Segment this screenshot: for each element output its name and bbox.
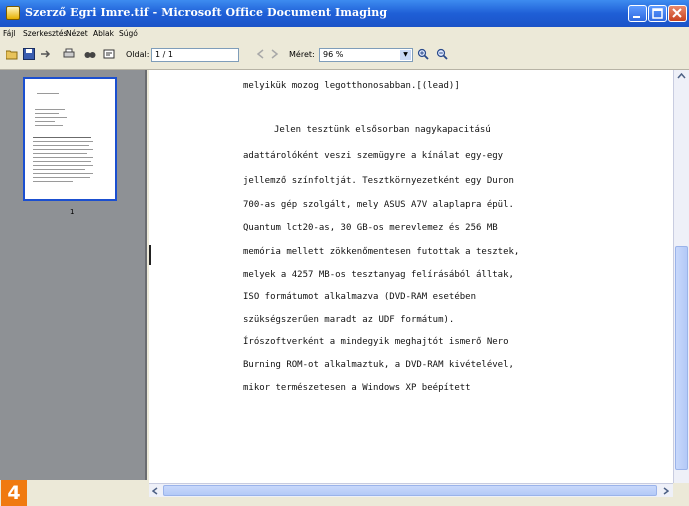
scroll-up-icon[interactable] bbox=[677, 73, 686, 79]
maximize-icon bbox=[652, 8, 663, 19]
scroll-right-icon[interactable] bbox=[663, 487, 669, 495]
next-page-icon[interactable] bbox=[268, 48, 280, 60]
vertical-scrollbar[interactable] bbox=[673, 70, 689, 483]
window-title: Szerző Egri Imre.tif - Microsoft Office … bbox=[25, 6, 388, 19]
close-button[interactable] bbox=[668, 5, 687, 22]
document-line: ISO formátumot alkalmazva (DVD-RAM eseté… bbox=[243, 292, 476, 302]
document-line: Jelen tesztünk elsősorban nagykapacitású bbox=[274, 125, 491, 135]
document-line: szükségszerűen maradt az UDF formátum). bbox=[243, 315, 455, 325]
send-icon[interactable] bbox=[40, 48, 52, 60]
find-icon[interactable] bbox=[84, 48, 96, 60]
document-line: Írószoftverként a mindegyik meghajtót is… bbox=[243, 337, 509, 347]
zoom-in-icon[interactable] bbox=[417, 48, 429, 60]
figure-number-badge: 4 bbox=[1, 480, 27, 506]
page-edge-mark bbox=[149, 245, 151, 265]
zoom-value: 96 % bbox=[323, 50, 344, 59]
document-view[interactable]: melyikük mozog legotthonosabban.[(lead)]… bbox=[149, 70, 673, 483]
document-line: Burning ROM-ot alkalmaztuk, a DVD-RAM ki… bbox=[243, 360, 514, 370]
chevron-down-icon[interactable]: ▼ bbox=[400, 50, 411, 60]
print-icon[interactable] bbox=[63, 48, 75, 60]
maximize-button[interactable] bbox=[648, 5, 667, 22]
menu-window[interactable]: Ablak bbox=[93, 29, 114, 38]
title-bar: Szerző Egri Imre.tif - Microsoft Office … bbox=[0, 0, 689, 27]
open-folder-icon[interactable] bbox=[6, 48, 18, 60]
zoom-label: Méret: bbox=[289, 50, 315, 59]
menu-view[interactable]: Nézet bbox=[66, 29, 88, 38]
document-line: melyek a 4257 MB-os tesztanyag felírásáb… bbox=[243, 270, 514, 280]
document-line: memória mellett zökkenőmentesen futottak… bbox=[243, 247, 520, 257]
ocr-icon[interactable] bbox=[103, 48, 115, 60]
menu-file[interactable]: Fájl bbox=[3, 29, 15, 38]
menu-bar: Fájl Szerkesztés Nézet Ablak Súgó bbox=[0, 27, 689, 41]
scroll-left-icon[interactable] bbox=[152, 487, 158, 495]
thumbnail-pane: 1 bbox=[0, 70, 147, 480]
previous-page-icon[interactable] bbox=[255, 48, 267, 60]
zoom-select[interactable]: 96 % ▼ bbox=[319, 48, 413, 62]
minimize-button[interactable] bbox=[628, 5, 647, 22]
app-icon[interactable] bbox=[6, 6, 20, 20]
horizontal-scroll-thumb[interactable] bbox=[163, 485, 657, 496]
thumbnail-page-number: 1 bbox=[70, 208, 75, 216]
zoom-out-icon[interactable] bbox=[436, 48, 448, 60]
document-line: adattárolóként veszi szemügyre a kínálat… bbox=[243, 151, 504, 161]
toolbar: Oldal: 1 / 1 Méret: 96 % ▼ bbox=[0, 41, 689, 70]
menu-edit[interactable]: Szerkesztés bbox=[23, 29, 67, 38]
document-line: 700-as gép szolgált, mely ASUS A7V alapl… bbox=[243, 200, 514, 210]
document-line: Quantum lct20-as, 30 GB-os merevlemez és… bbox=[243, 223, 498, 233]
minimize-icon bbox=[633, 16, 640, 18]
document-line: melyikük mozog legotthonosabban.[(lead)] bbox=[243, 81, 460, 91]
status-bar bbox=[0, 497, 689, 506]
page-label: Oldal: bbox=[126, 50, 150, 59]
app-window: Szerző Egri Imre.tif - Microsoft Office … bbox=[0, 0, 689, 506]
page-thumbnail[interactable] bbox=[23, 77, 117, 201]
save-icon[interactable] bbox=[23, 48, 35, 60]
page-number-field[interactable]: 1 / 1 bbox=[151, 48, 239, 62]
vertical-scroll-thumb[interactable] bbox=[675, 246, 688, 470]
horizontal-scrollbar[interactable] bbox=[149, 483, 673, 497]
document-line: jellemző színfoltját. Tesztkörnyezetként… bbox=[243, 176, 514, 186]
close-icon bbox=[672, 8, 682, 18]
document-line: mikor természetesen a Windows XP beépíte… bbox=[243, 383, 471, 393]
menu-help[interactable]: Súgó bbox=[119, 29, 138, 38]
